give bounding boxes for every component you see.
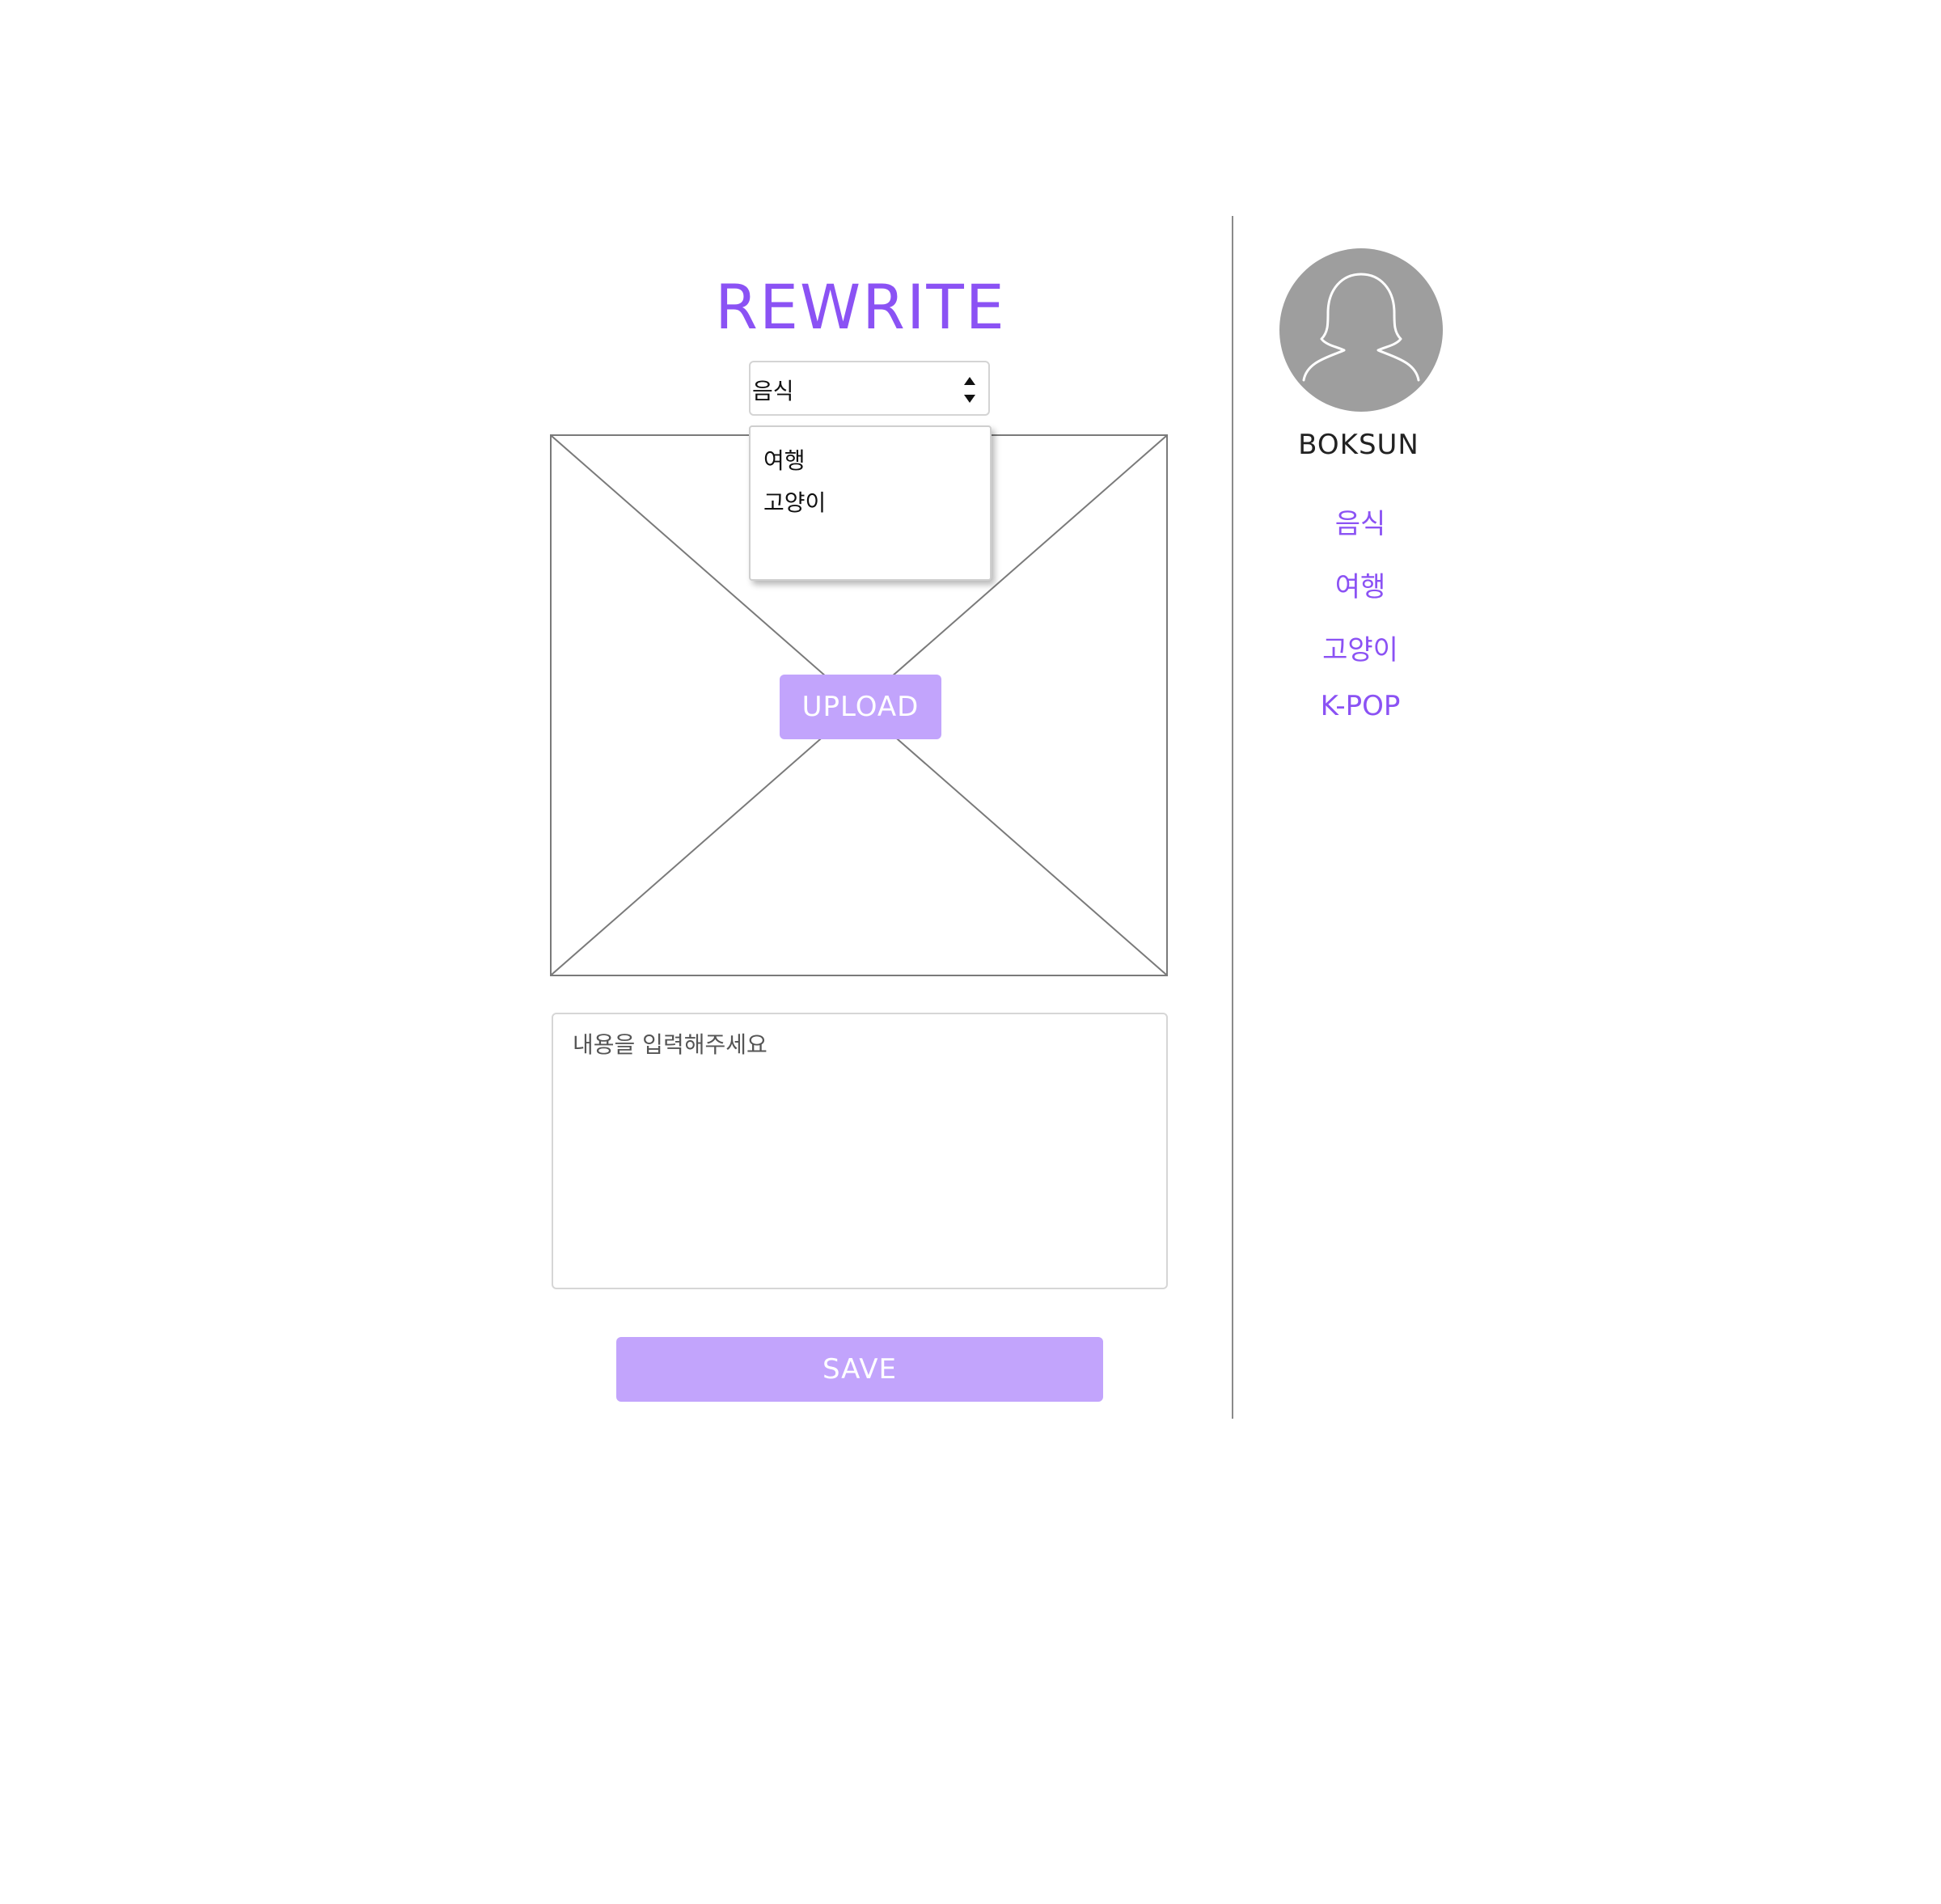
- sidebar-item-cat[interactable]: 고양이: [1239, 628, 1482, 667]
- sidebar-item-travel[interactable]: 여행: [1239, 565, 1482, 604]
- category-select[interactable]: 음식: [749, 361, 990, 416]
- page-title: REWRITE: [715, 271, 1006, 343]
- content-textarea[interactable]: 내용을 입력해주세요: [552, 1013, 1168, 1289]
- dropdown-option[interactable]: 고양이: [763, 485, 826, 518]
- sidebar-item-food[interactable]: 음식: [1239, 501, 1482, 541]
- avatar: [1279, 248, 1443, 412]
- vertical-divider: [1232, 216, 1233, 1419]
- category-dropdown: 여행 고양이: [749, 425, 992, 581]
- female-user-silhouette-icon: [1279, 248, 1443, 412]
- category-select-value: 음식: [752, 378, 794, 404]
- sidebar-item-kpop[interactable]: K-POP: [1239, 690, 1482, 722]
- profile-name: BOKSUN: [1298, 429, 1419, 461]
- dropdown-option[interactable]: 여행: [763, 443, 806, 476]
- save-button[interactable]: SAVE: [616, 1337, 1103, 1402]
- upload-button[interactable]: UPLOAD: [780, 675, 941, 739]
- content-placeholder: 내용을 입력해주세요: [573, 1031, 768, 1058]
- sort-arrows-icon: [962, 375, 977, 406]
